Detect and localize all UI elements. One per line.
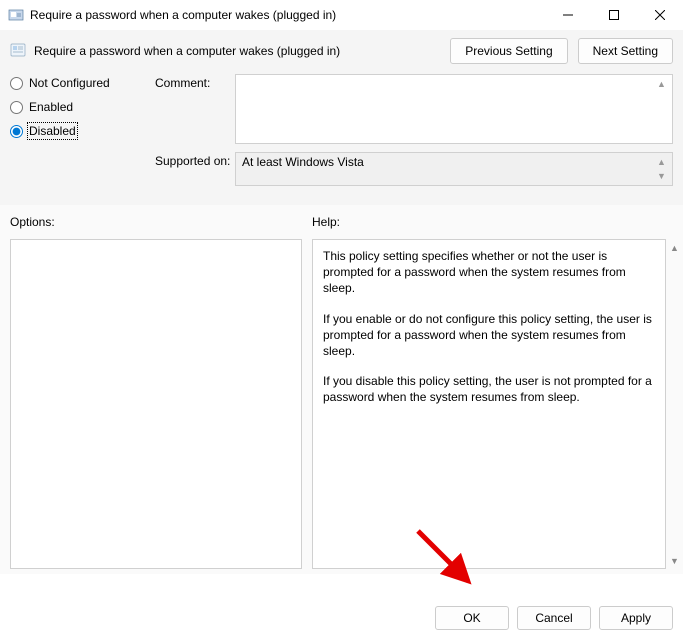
cancel-button[interactable]: Cancel — [517, 606, 591, 630]
radio-enabled[interactable]: Enabled — [10, 100, 135, 114]
radio-not-configured-input[interactable] — [10, 77, 23, 90]
maximize-button[interactable] — [591, 0, 637, 30]
titlebar: Require a password when a computer wakes… — [0, 0, 683, 30]
scroll-down-icon[interactable]: ▼ — [666, 552, 683, 569]
scroll-up-icon: ▲ — [653, 77, 670, 91]
options-label: Options: — [10, 215, 302, 229]
next-setting-button[interactable]: Next Setting — [578, 38, 673, 64]
help-body: This policy setting specifies whether or… — [312, 239, 666, 569]
window-title: Require a password when a computer wakes… — [30, 8, 545, 22]
previous-setting-button[interactable]: Previous Setting — [450, 38, 567, 64]
scroll-down-icon: ▼ — [653, 169, 670, 183]
comment-label: Comment: — [155, 74, 235, 90]
policy-icon — [8, 7, 24, 23]
comment-textarea[interactable]: ▲ — [235, 74, 673, 144]
options-body — [10, 239, 302, 569]
window-controls — [545, 0, 683, 30]
supported-on-value: At least Windows Vista — [242, 155, 364, 169]
scroll-up-icon[interactable]: ▲ — [666, 239, 683, 256]
content-panes: Options: Help: This policy setting speci… — [0, 205, 683, 574]
minimize-button[interactable] — [545, 0, 591, 30]
policy-name-label: Require a password when a computer wakes… — [34, 44, 340, 58]
settings-top-panel: Require a password when a computer wakes… — [0, 30, 683, 205]
close-button[interactable] — [637, 0, 683, 30]
ok-button[interactable]: OK — [435, 606, 509, 630]
supported-on-field: At least Windows Vista ▲ ▼ — [235, 152, 673, 186]
supported-on-label: Supported on: — [155, 152, 235, 168]
dialog-buttons: OK Cancel Apply — [435, 606, 673, 630]
apply-button[interactable]: Apply — [599, 606, 673, 630]
help-label: Help: — [312, 215, 683, 229]
radio-enabled-input[interactable] — [10, 101, 23, 114]
radio-disabled[interactable]: Disabled — [10, 124, 135, 138]
help-text-2: If you enable or do not configure this p… — [323, 311, 655, 360]
scroll-up-icon: ▲ — [653, 155, 670, 169]
gpo-icon — [10, 42, 26, 61]
radio-not-configured[interactable]: Not Configured — [10, 76, 135, 90]
help-text-3: If you disable this policy setting, the … — [323, 373, 655, 405]
help-scrollbar[interactable]: ▲ ▼ — [666, 239, 683, 569]
radio-disabled-input[interactable] — [10, 125, 23, 138]
help-text-1: This policy setting specifies whether or… — [323, 248, 655, 297]
state-radio-group: Not Configured Enabled Disabled — [10, 74, 135, 194]
